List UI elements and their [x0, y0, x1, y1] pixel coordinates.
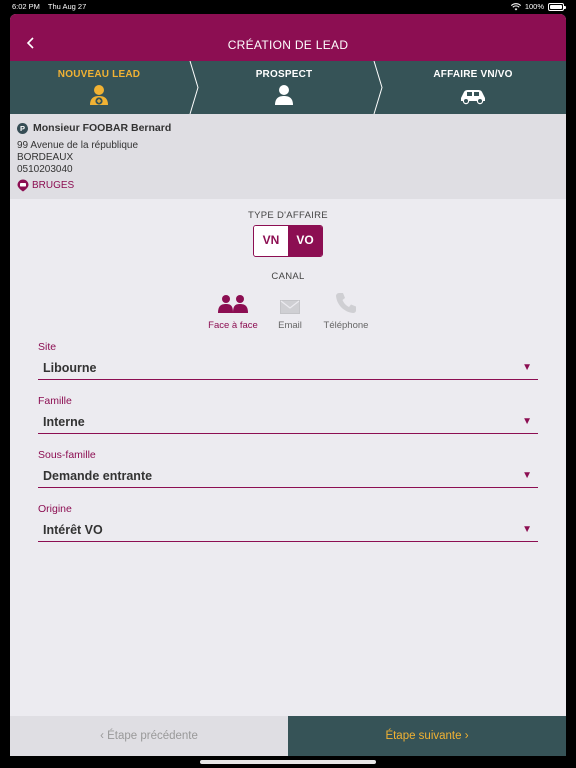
site-field: Site Libourne ▼	[38, 341, 538, 380]
dropdown-arrow-icon: ▼	[522, 524, 532, 535]
type-affaire-toggle: VN VO	[253, 225, 323, 257]
previous-step-button[interactable]: ‹ Étape précédente	[10, 716, 288, 756]
footer-nav: ‹ Étape précédente Étape suivante ›	[10, 716, 566, 756]
location-pin-icon	[17, 179, 29, 192]
origine-field-label: Origine	[38, 503, 72, 515]
prospect-badge: P	[17, 122, 28, 134]
origine-field: Origine Intérêt VO ▼	[38, 503, 538, 542]
sous-famille-field-label: Sous-famille	[38, 449, 96, 461]
contact-city: BORDEAUX	[17, 152, 74, 163]
toggle-vn[interactable]: VN	[254, 226, 288, 256]
step-prospect[interactable]: PROSPECT	[198, 61, 370, 114]
contact-phone: 0510203040	[17, 164, 73, 175]
status-time: 6:02 PM	[12, 2, 40, 11]
sous-famille-field: Sous-famille Demande entrante ▼	[38, 449, 538, 488]
sous-famille-select[interactable]: Demande entrante ▼	[38, 464, 538, 488]
famille-field: Famille Interne ▼	[38, 395, 538, 434]
step-label: PROSPECT	[255, 69, 313, 80]
status-date: Thu Aug 27	[47, 2, 87, 11]
car-icon	[461, 90, 485, 105]
app-window: CRÉATION DE LEAD NOUVEAU LEAD PROSPECT A…	[10, 14, 566, 756]
type-affaire-label: TYPE D'AFFAIRE	[248, 210, 328, 221]
step-label: NOUVEAU LEAD	[57, 69, 141, 80]
wifi-icon	[510, 2, 521, 10]
contact-name: Monsieur FOOBAR Bernard	[33, 122, 172, 134]
famille-value: Interne	[43, 415, 85, 429]
origine-value: Intérêt VO	[43, 523, 103, 537]
famille-field-label: Famille	[38, 395, 72, 407]
canal-telephone[interactable]: Téléphone	[311, 290, 381, 331]
page-title: CRÉATION DE LEAD	[227, 38, 349, 52]
canal-label: CANAL	[271, 271, 305, 282]
header-bar: CRÉATION DE LEAD	[10, 14, 566, 61]
face-to-face-icon	[218, 295, 248, 313]
battery-icon	[548, 2, 566, 11]
dropdown-arrow-icon: ▼	[522, 416, 532, 427]
battery-percent: 100%	[524, 2, 544, 11]
canal-label-text: Téléphone	[323, 320, 369, 331]
toggle-vo[interactable]: VO	[288, 226, 322, 256]
add-person-icon	[90, 85, 108, 105]
screen: 6:02 PM Thu Aug 27 100% CRÉATION DE LEAD…	[0, 0, 576, 768]
contact-address: 99 Avenue de la république	[17, 140, 139, 151]
status-bar: 6:02 PM Thu Aug 27 100%	[0, 0, 576, 14]
dropdown-arrow-icon: ▼	[522, 470, 532, 481]
famille-select[interactable]: Interne ▼	[38, 410, 538, 434]
site-select[interactable]: Libourne ▼	[38, 356, 538, 380]
step-progress-bar: NOUVEAU LEAD PROSPECT AFFAIRE VN/VO	[10, 61, 566, 114]
sous-famille-value: Demande entrante	[43, 469, 153, 483]
step-label: AFFAIRE VN/VO	[433, 69, 513, 80]
home-indicator[interactable]	[200, 760, 376, 764]
site-value: Libourne	[43, 361, 97, 375]
step-nouveau-lead[interactable]: NOUVEAU LEAD	[10, 61, 188, 114]
contact-site: BRUGES	[32, 180, 75, 191]
person-icon	[275, 85, 293, 105]
phone-icon	[336, 293, 356, 313]
dropdown-arrow-icon: ▼	[522, 362, 532, 373]
origine-select[interactable]: Intérêt VO ▼	[38, 518, 538, 542]
contact-card: P Monsieur FOOBAR Bernard 99 Avenue de l…	[10, 114, 566, 199]
step-affaire[interactable]: AFFAIRE VN/VO	[380, 61, 566, 114]
site-field-label: Site	[38, 341, 57, 353]
email-icon	[280, 300, 300, 314]
next-step-button[interactable]: Étape suivante ›	[288, 716, 566, 756]
